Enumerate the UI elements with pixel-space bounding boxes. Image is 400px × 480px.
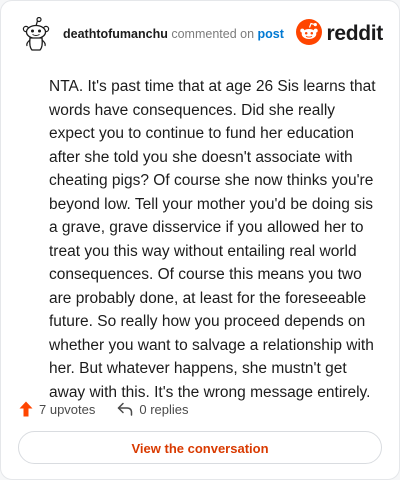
username-link[interactable]: deathtofumanchu xyxy=(63,27,168,41)
comment-embed-card: deathtofumanchu commented on post reddit… xyxy=(0,0,400,480)
action-text: commented on xyxy=(171,27,255,41)
upvote-arrow-icon[interactable] xyxy=(19,401,33,417)
replies-stat: 0 replies xyxy=(117,401,189,417)
comment-body: NTA. It's past time that at age 26 Sis l… xyxy=(49,78,376,401)
post-link[interactable]: post xyxy=(258,27,284,41)
upvotes-stat: 7 upvotes xyxy=(19,401,95,417)
snoo-avatar-icon[interactable] xyxy=(21,16,51,51)
upvotes-count: 7 upvotes xyxy=(39,401,96,417)
comment-stats: 7 upvotes 0 replies xyxy=(19,399,189,419)
reddit-brand[interactable]: reddit xyxy=(296,18,383,50)
view-conversation-button[interactable]: View the conversation xyxy=(18,431,382,464)
reddit-wordmark: reddit xyxy=(326,22,383,45)
comment-meta: deathtofumanchu commented on post xyxy=(63,26,284,42)
reddit-logo-icon xyxy=(296,18,323,50)
reply-arrow-icon[interactable] xyxy=(117,402,133,416)
replies-count: 0 replies xyxy=(139,401,189,417)
comment-header: deathtofumanchu commented on post reddit xyxy=(21,16,383,51)
